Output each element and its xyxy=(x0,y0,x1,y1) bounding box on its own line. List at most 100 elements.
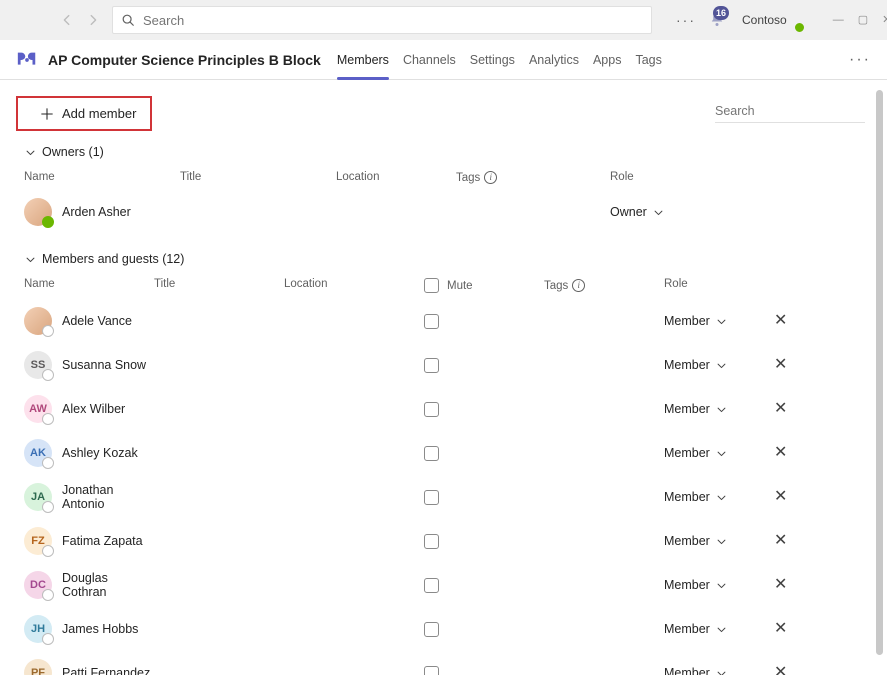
global-search-input[interactable] xyxy=(143,13,643,28)
content-area: Add member Owners (1) Name Title Locatio… xyxy=(0,80,887,675)
chevron-down-icon xyxy=(25,254,36,265)
tab-channels[interactable]: Channels xyxy=(403,40,456,79)
tab-settings[interactable]: Settings xyxy=(470,40,515,79)
table-row: Adele Vance Member ✕ xyxy=(16,299,865,343)
table-row: DCDouglas Cothran Member ✕ xyxy=(16,563,865,607)
col-title: Title xyxy=(180,171,336,184)
mute-checkbox[interactable] xyxy=(424,490,439,505)
table-row: SS Susanna Snow Member ✕ xyxy=(16,343,865,387)
member-search-input[interactable] xyxy=(715,104,876,118)
add-member-button[interactable]: Add member xyxy=(16,96,152,131)
global-search[interactable] xyxy=(112,6,652,34)
col-name: Name xyxy=(24,278,154,293)
avatar: SS xyxy=(24,351,52,379)
col-tags: Tags i xyxy=(544,278,664,293)
role-dropdown[interactable]: Member xyxy=(664,358,727,372)
role-dropdown[interactable]: Member xyxy=(664,490,727,504)
mute-checkbox[interactable] xyxy=(424,446,439,461)
members-columns: Name Title Location Mute Tags i Role xyxy=(16,266,865,299)
avatar: AK xyxy=(24,439,52,467)
avatar: DC xyxy=(24,571,52,599)
window-minimize-button[interactable]: — xyxy=(833,15,844,26)
table-row: JHJames Hobbs Member ✕ xyxy=(16,607,865,651)
remove-member-button[interactable]: ✕ xyxy=(774,620,787,637)
role-dropdown[interactable]: Owner xyxy=(610,205,664,219)
nav-forward-button[interactable] xyxy=(86,9,100,31)
table-row: Arden Asher Owner xyxy=(16,190,865,234)
window-maximize-button[interactable]: ▢ xyxy=(858,15,868,26)
mute-checkbox[interactable] xyxy=(424,534,439,549)
tab-tags[interactable]: Tags xyxy=(635,40,661,79)
mute-checkbox[interactable] xyxy=(424,622,439,637)
avatar: AW xyxy=(24,395,52,423)
mute-checkbox[interactable] xyxy=(424,666,439,675)
remove-member-button[interactable]: ✕ xyxy=(774,532,787,549)
tab-apps[interactable]: Apps xyxy=(593,40,622,79)
avatar xyxy=(24,307,52,335)
members-section-toggle[interactable]: Members and guests (12) xyxy=(16,252,865,266)
mute-checkbox[interactable] xyxy=(424,578,439,593)
col-location: Location xyxy=(336,171,456,184)
activity-badge: 16 xyxy=(713,6,729,20)
member-name: Patti Fernandez xyxy=(62,666,150,675)
add-member-label: Add member xyxy=(62,106,136,121)
remove-member-button[interactable]: ✕ xyxy=(774,576,787,593)
owners-section-title: Owners (1) xyxy=(42,145,104,159)
window-controls: — ▢ ✕ xyxy=(833,15,887,26)
owners-columns: Name Title Location Tags i Role xyxy=(16,159,865,190)
tab-members[interactable]: Members xyxy=(337,40,389,79)
team-overflow-button[interactable]: ··· xyxy=(849,51,871,69)
col-mute: Mute xyxy=(424,278,544,293)
nav-back-button[interactable] xyxy=(60,9,74,31)
table-row: FZFatima Zapata Member ✕ xyxy=(16,519,865,563)
table-row: JAJonathan Antonio Member ✕ xyxy=(16,475,865,519)
remove-member-button[interactable]: ✕ xyxy=(774,488,787,505)
remove-member-button[interactable]: ✕ xyxy=(774,664,787,675)
mute-checkbox[interactable] xyxy=(424,358,439,373)
avatar: FZ xyxy=(24,527,52,555)
mute-checkbox[interactable] xyxy=(424,402,439,417)
team-tabs: Members Channels Settings Analytics Apps Tags xyxy=(337,40,662,79)
role-dropdown[interactable]: Member xyxy=(664,446,727,460)
col-title: Title xyxy=(154,278,284,293)
table-row: AK Ashley Kozak Member ✕ xyxy=(16,431,865,475)
chevron-down-icon xyxy=(716,492,727,503)
chevron-left-icon xyxy=(60,13,74,27)
role-dropdown[interactable]: Member xyxy=(664,578,727,592)
chevron-down-icon xyxy=(716,316,727,327)
remove-member-button[interactable]: ✕ xyxy=(774,312,787,329)
activity-button[interactable]: 16 xyxy=(708,9,726,31)
remove-member-button[interactable]: ✕ xyxy=(774,444,787,461)
mute-all-checkbox[interactable] xyxy=(424,278,439,293)
chevron-down-icon xyxy=(716,448,727,459)
avatar: JH xyxy=(24,615,52,643)
member-name: Ashley Kozak xyxy=(62,446,138,460)
mute-checkbox[interactable] xyxy=(424,314,439,329)
info-icon[interactable]: i xyxy=(484,171,497,184)
role-dropdown[interactable]: Member xyxy=(664,402,727,416)
chevron-down-icon xyxy=(716,404,727,415)
window-close-button[interactable]: ✕ xyxy=(882,15,887,26)
member-search[interactable] xyxy=(715,104,865,123)
role-dropdown[interactable]: Member xyxy=(664,534,727,548)
plus-icon xyxy=(40,107,54,121)
avatar: PF xyxy=(24,659,52,675)
table-row: PF Patti Fernandez Member ✕ xyxy=(16,651,865,675)
role-dropdown[interactable]: Member xyxy=(664,666,727,675)
search-icon xyxy=(121,13,135,27)
col-name: Name xyxy=(24,171,180,184)
info-icon[interactable]: i xyxy=(572,279,585,292)
remove-member-button[interactable]: ✕ xyxy=(774,356,787,373)
chevron-down-icon xyxy=(653,207,664,218)
remove-member-button[interactable]: ✕ xyxy=(774,400,787,417)
member-name: Susanna Snow xyxy=(62,358,146,372)
chevron-right-icon xyxy=(86,13,100,27)
tab-analytics[interactable]: Analytics xyxy=(529,40,579,79)
role-dropdown[interactable]: Member xyxy=(664,622,727,636)
member-name: Jonathan Antonio xyxy=(62,483,154,511)
role-dropdown[interactable]: Member xyxy=(664,314,727,328)
owners-section-toggle[interactable]: Owners (1) xyxy=(16,145,865,159)
member-name: Alex Wilber xyxy=(62,402,125,416)
scrollbar[interactable] xyxy=(876,90,883,655)
more-options-button[interactable]: ··· xyxy=(676,9,696,31)
